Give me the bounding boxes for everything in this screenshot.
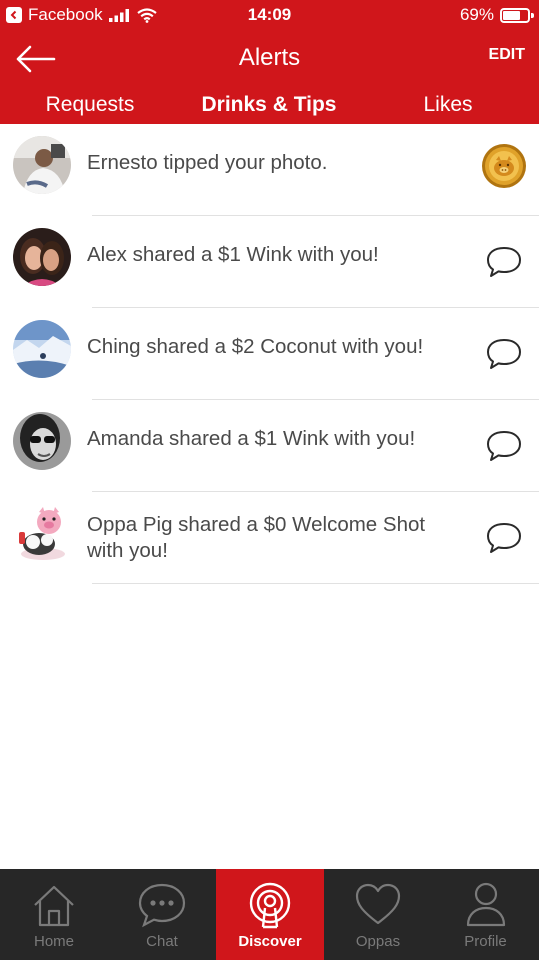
chat-bubble-icon[interactable]	[484, 518, 524, 558]
tab-requests[interactable]: Requests	[0, 93, 180, 117]
avatar	[13, 320, 71, 378]
avatar	[13, 412, 71, 470]
tab-oppas[interactable]: Oppas	[324, 869, 432, 960]
list-item[interactable]: Alex shared a $1 Wink with you!	[0, 216, 539, 308]
tab-drinks-tips[interactable]: Drinks & Tips	[179, 93, 359, 117]
avatar	[13, 228, 71, 286]
alert-text: Amanda shared a $1 Wink with you!	[87, 427, 416, 450]
bottom-tab-bar: Home Chat Discover Oppas Profile	[0, 869, 539, 960]
battery-level	[503, 10, 520, 20]
avatar	[13, 136, 71, 194]
list-item[interactable]: Oppa Pig shared a $0 Welcome Shot with y…	[0, 492, 539, 584]
status-time: 14:09	[247, 5, 292, 24]
chat-icon	[138, 883, 186, 928]
list-item[interactable]: Amanda shared a $1 Wink with you!	[0, 400, 539, 492]
alert-list: Ernesto tipped your photo. Alex shared a…	[0, 124, 539, 584]
row-divider	[92, 583, 539, 584]
heart-icon	[355, 883, 401, 925]
alert-text: Oppa Pig shared a $0 Welcome Shot with y…	[87, 513, 426, 562]
oppa-pig-avatar	[13, 504, 71, 562]
alert-tabs: Requests Drinks & Tips Likes	[0, 93, 539, 121]
tab-label: Profile	[464, 933, 507, 950]
chat-bubble-icon[interactable]	[484, 242, 524, 282]
gold-coin-icon[interactable]	[481, 143, 527, 189]
chat-bubble-icon[interactable]	[484, 426, 524, 466]
battery-tip	[531, 12, 534, 18]
alert-text: Ching shared a $2 Coconut with you!	[87, 335, 424, 358]
tab-likes[interactable]: Likes	[358, 93, 538, 117]
battery-percent: 69%	[459, 5, 494, 24]
status-bar: Facebook 14:09 69%	[0, 0, 539, 30]
tab-label: Oppas	[355, 933, 401, 950]
tab-home[interactable]: Home	[0, 869, 108, 960]
list-item[interactable]: Ching shared a $2 Coconut with you!	[0, 308, 539, 400]
tab-profile[interactable]: Profile	[432, 869, 539, 960]
tab-chat[interactable]: Chat	[108, 869, 216, 960]
alert-text: Alex shared a $1 Wink with you!	[87, 243, 379, 266]
discover-icon	[249, 882, 291, 929]
battery-icon	[500, 7, 534, 23]
chat-bubble-icon[interactable]	[484, 334, 524, 374]
alerts-screen: Facebook 14:09 69% Alerts EDIT Requests …	[0, 0, 539, 960]
home-icon	[34, 885, 74, 927]
alert-text: Ernesto tipped your photo.	[87, 151, 328, 174]
header: Facebook 14:09 69% Alerts EDIT Requests …	[0, 0, 539, 124]
tab-label: Home	[33, 933, 74, 950]
tab-discover[interactable]: Discover	[216, 869, 324, 960]
list-item[interactable]: Ernesto tipped your photo.	[0, 124, 539, 216]
status-right: 69%	[459, 5, 534, 25]
edit-button[interactable]: EDIT	[489, 46, 525, 64]
tab-label: Discover	[238, 933, 302, 950]
page-title: Alerts	[238, 44, 301, 71]
tab-label: Chat	[146, 933, 178, 950]
profile-icon	[466, 882, 506, 927]
